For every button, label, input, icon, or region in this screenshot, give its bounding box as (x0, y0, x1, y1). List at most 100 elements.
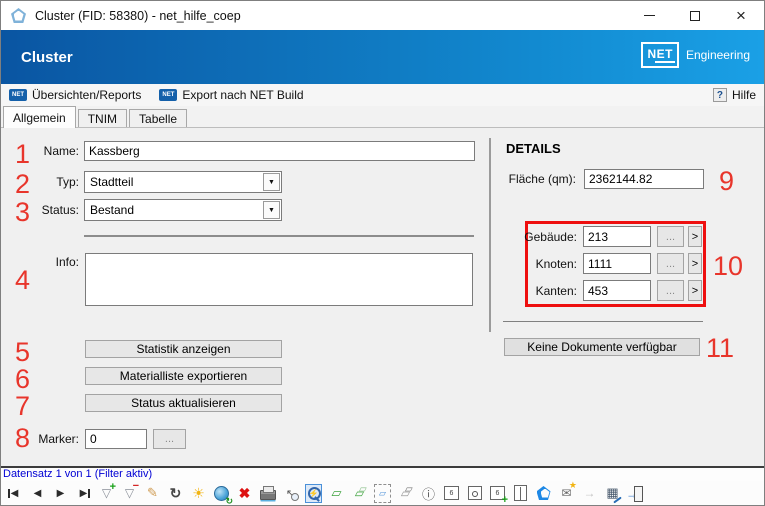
group-cubes-icon[interactable]: ▱ (397, 484, 414, 503)
nav-last-icon[interactable]: ▶ (75, 484, 92, 503)
tab-allgemein[interactable]: Allgemein (3, 106, 76, 128)
flaeche-label: Fläche (qm): (508, 172, 576, 186)
message-star-icon[interactable]: ✉ (558, 480, 577, 503)
app-header: Cluster NET Engineering (1, 30, 764, 84)
kanten-input[interactable] (583, 280, 651, 301)
close-icon: × (736, 6, 746, 25)
kanten-open-button[interactable]: > (688, 280, 702, 301)
knoten-input[interactable] (583, 253, 651, 274)
typ-dropdown[interactable]: Stadtteil ▼ (84, 171, 282, 193)
annotation-8: 8 (15, 423, 31, 453)
exit-icon[interactable] (626, 484, 644, 503)
photo-icon[interactable] (466, 484, 483, 503)
name-label: Name: (43, 144, 79, 158)
globe-refresh-icon[interactable] (213, 484, 233, 506)
annotation-4: 4 (15, 265, 31, 295)
annotation-3: 3 (15, 197, 31, 227)
nav-first-icon[interactable]: ◀ (6, 484, 23, 503)
details-heading: DETAILS (506, 141, 561, 156)
vertical-divider (489, 138, 491, 332)
help-icon: ? (712, 88, 727, 102)
kanten-label: Kanten: (535, 284, 577, 298)
help-label: Hilfe (731, 88, 756, 102)
typ-label: Typ: (56, 175, 79, 189)
close-button[interactable]: × (718, 1, 764, 30)
tab-strip: Allgemein TNIM Tabelle (1, 106, 764, 128)
cube-icon[interactable]: ▱ (328, 484, 345, 503)
status-dropdown[interactable]: Bestand ▼ (84, 199, 282, 221)
window-controls: × (626, 1, 764, 30)
print-icon[interactable] (259, 484, 276, 503)
toolbar-menu: NET Übersichten/Reports NET Export nach … (1, 84, 764, 106)
knoten-open-button[interactable]: > (688, 253, 702, 274)
info-icon[interactable]: ⓘ (420, 484, 437, 503)
brand-text: Engineering (685, 48, 750, 62)
menu-uebersichten-reports[interactable]: NET Übersichten/Reports (9, 88, 141, 102)
knoten-browse-button[interactable]: ... (657, 253, 684, 274)
title-bar: Cluster (FID: 58380) - net_hilfe_coep × (1, 1, 764, 30)
marker-input[interactable] (85, 429, 147, 449)
annotation-9: 9 (719, 166, 735, 196)
refresh-icon[interactable]: ↻ (167, 484, 184, 503)
chevron-down-icon[interactable]: ▼ (263, 201, 280, 219)
knoten-label: Knoten: (535, 257, 577, 271)
table-edit-icon[interactable]: ▦ (604, 484, 621, 503)
edit-pencil-icon[interactable]: ✎ (144, 484, 161, 503)
nav-next-icon[interactable]: ▶ (52, 484, 69, 503)
status-value: Bestand (90, 203, 135, 217)
menu-label: Übersichten/Reports (32, 88, 142, 102)
help-button[interactable]: ? Hilfe (712, 88, 756, 102)
name-input[interactable] (84, 141, 475, 161)
separator-line (503, 321, 703, 322)
bottom-toolbar: ◀ ◀ ▶ ▶ ▽ ▽ ✎ ↻ ☀ ✖ ↖ ⚡ ▱ ▱ ▱ ▱ ⓘ ✉ → ▦ (1, 480, 764, 506)
flaeche-input[interactable] (584, 169, 704, 189)
split-document-icon[interactable] (512, 484, 529, 503)
status-aktualisieren-button[interactable]: Status aktualisieren (85, 394, 282, 412)
gebaeude-open-button[interactable]: > (688, 226, 702, 247)
maximize-button[interactable] (672, 1, 718, 30)
filter-add-icon[interactable]: ▽ (98, 481, 116, 503)
net-logo-icon: NET (641, 42, 679, 68)
annotation-6: 6 (15, 364, 31, 394)
maximize-icon (690, 10, 700, 21)
marker-browse-button[interactable]: ... (153, 429, 186, 449)
marker-label: Marker: (38, 432, 79, 446)
chevron-down-icon[interactable]: ▼ (263, 173, 280, 191)
typ-value: Stadtteil (90, 175, 134, 189)
selection-cube-icon[interactable]: ▱ (374, 483, 391, 503)
zoom-flash-icon[interactable]: ⚡ (305, 483, 322, 503)
delete-x-icon[interactable]: ✖ (236, 484, 253, 503)
pentagon-icon[interactable] (535, 484, 552, 503)
menu-label: Export nach NET Build (182, 88, 304, 102)
window-title: Cluster (FID: 58380) - net_hilfe_coep (35, 8, 241, 23)
keine-dokumente-button[interactable]: Keine Dokumente verfügbar (504, 338, 700, 356)
photo-add-icon[interactable] (489, 484, 508, 506)
photos-icon[interactable] (443, 484, 460, 503)
menu-export-net-build[interactable]: NET Export nach NET Build (159, 88, 304, 102)
info-textarea[interactable] (85, 253, 473, 306)
sun-icon[interactable]: ☀ (190, 484, 207, 503)
annotation-7: 7 (15, 391, 31, 421)
annotation-2: 2 (15, 169, 31, 199)
statistik-anzeigen-button[interactable]: Statistik anzeigen (85, 340, 282, 358)
net-chip-icon: NET (9, 89, 27, 101)
separator-line (84, 235, 474, 237)
minimize-button[interactable] (626, 1, 672, 30)
annotation-11: 11 (706, 333, 735, 363)
tab-tabelle[interactable]: Tabelle (129, 109, 188, 127)
nav-previous-icon[interactable]: ◀ (29, 484, 46, 503)
cubes-icon[interactable]: ▱ (351, 484, 368, 503)
gebaeude-browse-button[interactable]: ... (657, 226, 684, 247)
brand-logo: NET Engineering (641, 42, 750, 68)
kanten-browse-button[interactable]: ... (657, 280, 684, 301)
page-title: Cluster (21, 48, 73, 66)
tab-tnim[interactable]: TNIM (77, 109, 128, 127)
net-chip-icon: NET (159, 89, 178, 101)
transfer-disabled-icon: → (583, 486, 596, 500)
app-pentagon-icon (11, 8, 26, 23)
gebaeude-input[interactable] (583, 226, 651, 247)
form-panel: Name: Typ: Stadtteil ▼ Status: Bestand ▼… (1, 128, 764, 466)
materialliste-exportieren-button[interactable]: Materialliste exportieren (85, 367, 282, 385)
filter-remove-icon[interactable]: ▽ (121, 480, 139, 503)
select-zoom-icon[interactable]: ↖ (282, 484, 299, 503)
